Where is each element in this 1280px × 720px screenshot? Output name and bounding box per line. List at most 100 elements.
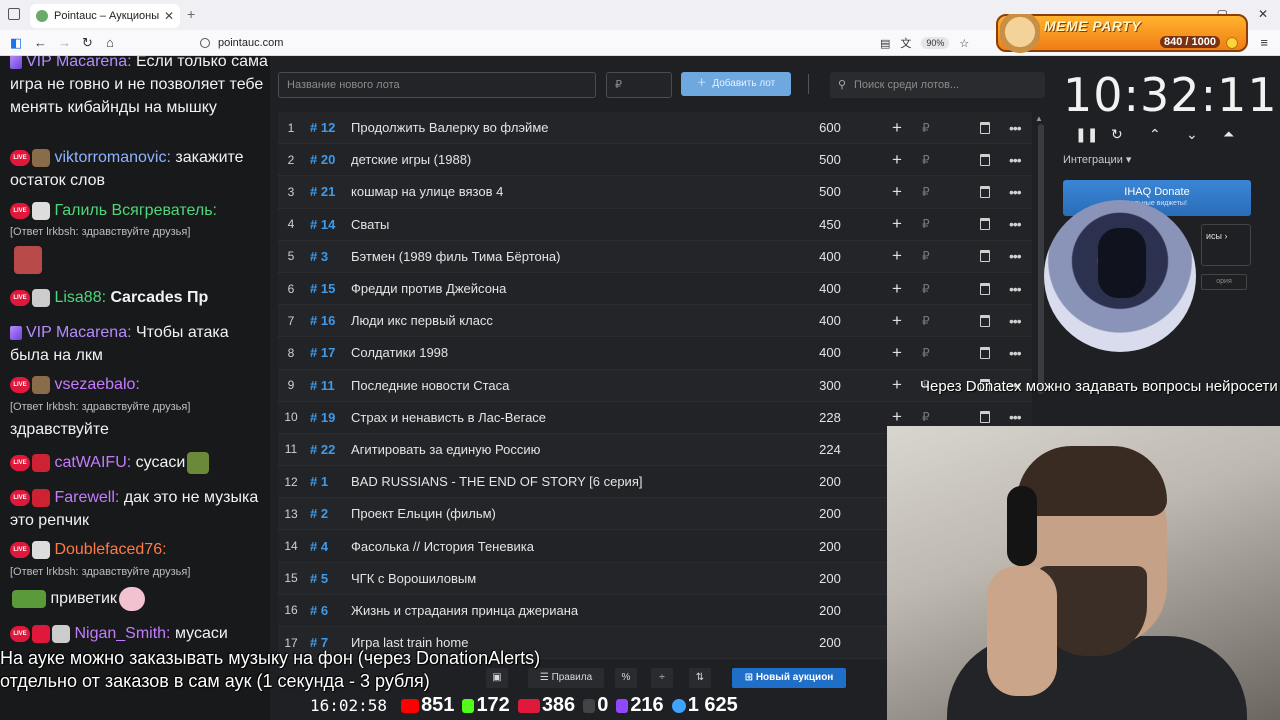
more-icon[interactable]: •••	[1009, 345, 1022, 361]
more-icon[interactable]: •••	[1009, 152, 1022, 168]
lot-name[interactable]: Люди икс первый класс	[351, 313, 493, 328]
lot-amount[interactable]: 200	[810, 635, 850, 650]
lot-row[interactable]: 7 # 16 Люди икс первый класс 400 + ₽ •••	[278, 305, 1032, 338]
lot-amount[interactable]: 200	[810, 603, 850, 618]
integration-card[interactable]: исы ›	[1201, 224, 1251, 266]
zoom-level[interactable]: 90%	[921, 37, 950, 49]
lot-name[interactable]: Бэтмен (1989 филь Тима Бёртона)	[351, 249, 560, 264]
lot-amount[interactable]: 228	[810, 410, 850, 425]
lot-row[interactable]: 9 # 11 Последние новости Стаса 300 + ₽ •••	[278, 369, 1032, 402]
double-up-icon[interactable]: ⏶	[1223, 126, 1234, 143]
sidebar-toggle-icon[interactable]	[8, 8, 20, 20]
lot-row[interactable]: 1 # 12 Продолжить Валерку во флэйме 600 + ₽ ••…	[278, 112, 1032, 145]
pause-icon[interactable]: ❚❚	[1075, 126, 1098, 143]
more-icon[interactable]: •••	[1009, 120, 1022, 136]
trash-icon[interactable]	[980, 250, 990, 263]
lot-name[interactable]: Сваты	[351, 217, 389, 232]
add-amount-icon[interactable]: +	[892, 375, 902, 395]
lot-amount[interactable]: 400	[810, 345, 850, 360]
lot-amount[interactable]: 200	[810, 506, 850, 521]
lot-amount[interactable]: 200	[810, 474, 850, 489]
add-lot-button[interactable]: ＋ Добавить лот	[681, 72, 791, 96]
menu-icon[interactable]: ≡	[1260, 35, 1268, 50]
lot-row[interactable]: 6 # 15 Фредди против Джейсона 400 + ₽ •••	[278, 272, 1032, 306]
lot-amount[interactable]: 500	[810, 152, 850, 167]
scrollbar[interactable]	[1038, 124, 1044, 394]
more-icon[interactable]: •••	[1009, 248, 1022, 264]
close-window-icon[interactable]: ✕	[1258, 7, 1268, 21]
scroll-up-icon[interactable]: ▲	[1035, 114, 1043, 123]
lot-amount[interactable]: 400	[810, 249, 850, 264]
lot-name[interactable]: Агитировать за единую Россию	[351, 442, 540, 457]
lot-name[interactable]: Последние новости Стаса	[351, 378, 509, 393]
more-icon[interactable]: •••	[1009, 184, 1022, 200]
trash-icon[interactable]	[980, 346, 990, 359]
add-amount-icon[interactable]: +	[892, 150, 902, 170]
lot-name[interactable]: Проект Ельцин (фильм)	[351, 506, 496, 521]
back-icon[interactable]: ←	[34, 35, 47, 50]
lot-search-input[interactable]: ⚲ Поиск среди лотов...	[830, 72, 1045, 98]
add-amount-icon[interactable]: +	[892, 118, 902, 138]
reset-icon[interactable]: ↻	[1111, 126, 1123, 143]
sidebar-icon[interactable]: ◧	[10, 35, 22, 51]
lot-name[interactable]: Фасолька // История Теневика	[351, 539, 534, 554]
split-icon[interactable]: ÷	[651, 668, 673, 688]
new-lot-input[interactable]: Название нового лота	[278, 72, 596, 98]
add-amount-icon[interactable]: +	[892, 182, 902, 202]
percent-button[interactable]: %	[615, 668, 637, 688]
reader-view-icon[interactable]: ▤	[880, 37, 890, 50]
translate-icon[interactable]: 文	[900, 35, 911, 51]
integrations-dropdown[interactable]: Интеграции ▾	[1063, 153, 1131, 166]
more-icon[interactable]: •••	[1009, 281, 1022, 297]
new-tab-button[interactable]: +	[187, 6, 195, 22]
lot-name[interactable]: Солдатики 1998	[351, 345, 448, 360]
lot-name[interactable]: Фредди против Джейсона	[351, 281, 506, 296]
reload-icon[interactable]: ↻	[82, 35, 93, 51]
lot-amount[interactable]: 224	[810, 442, 850, 457]
home-icon[interactable]: ⌂	[106, 35, 114, 50]
lot-row[interactable]: 4 # 14 Сваты 450 + ₽ •••	[278, 208, 1032, 241]
lot-row[interactable]: 2 # 20 детские игры (1988) 500 + ₽ •••	[278, 144, 1032, 177]
trash-icon[interactable]	[980, 411, 990, 424]
lot-row[interactable]: 5 # 3 Бэтмен (1989 филь Тима Бёртона) 400 + ₽…	[278, 240, 1032, 273]
trash-icon[interactable]	[980, 185, 990, 198]
trash-icon[interactable]	[980, 121, 990, 134]
add-amount-icon[interactable]: +	[892, 343, 902, 363]
lot-name[interactable]: BAD RUSSIANS - THE END OF STORY [6 серия…	[351, 474, 642, 489]
site-info-icon[interactable]	[200, 38, 210, 48]
tab-close-icon[interactable]: ✕	[164, 9, 174, 23]
add-amount-icon[interactable]: +	[892, 279, 902, 299]
add-amount-icon[interactable]: +	[892, 311, 902, 331]
lot-name[interactable]: детские игры (1988)	[351, 152, 471, 167]
price-input[interactable]: ₽	[606, 72, 672, 98]
lot-amount[interactable]: 500	[810, 184, 850, 199]
sort-icon[interactable]: ⇅	[689, 668, 711, 688]
lot-amount[interactable]: 450	[810, 217, 850, 232]
trash-icon[interactable]	[980, 153, 990, 166]
lot-amount[interactable]: 400	[810, 313, 850, 328]
add-amount-icon[interactable]: +	[892, 407, 902, 427]
trash-icon[interactable]	[980, 218, 990, 231]
chevron-up-icon[interactable]: ⌃	[1149, 126, 1161, 143]
chevron-down-icon[interactable]: ⌄	[1186, 126, 1198, 143]
lot-amount[interactable]: 400	[810, 281, 850, 296]
trash-icon[interactable]	[980, 314, 990, 327]
lot-row[interactable]: 8 # 17 Солдатики 1998 400 + ₽ •••	[278, 337, 1032, 370]
lot-name[interactable]: Продолжить Валерку во флэйме	[351, 120, 548, 135]
lot-amount[interactable]: 300	[810, 378, 850, 393]
lot-amount[interactable]: 200	[810, 571, 850, 586]
lot-name[interactable]: Жизнь и страдания принца джериана	[351, 603, 578, 618]
lot-amount[interactable]: 600	[810, 120, 850, 135]
lot-name[interactable]: Страх и ненависть в Лас-Вегасе	[351, 410, 546, 425]
lot-amount[interactable]: 200	[810, 539, 850, 554]
lot-row[interactable]: 3 # 21 кошмар на улице вязов 4 500 + ₽ •••	[278, 176, 1032, 209]
more-icon[interactable]: •••	[1009, 313, 1022, 329]
add-amount-icon[interactable]: +	[892, 214, 902, 234]
browser-tab-pointauc[interactable]: Pointauc – Аукционы, лотереи ✕	[30, 4, 180, 28]
lot-name[interactable]: кошмар на улице вязов 4	[351, 184, 503, 199]
lot-name[interactable]: ЧГК с Ворошиловым	[351, 571, 476, 586]
new-auction-button[interactable]: ⊞ Новый аукцион	[732, 668, 846, 688]
history-button[interactable]: ория	[1201, 274, 1247, 290]
trash-icon[interactable]	[980, 282, 990, 295]
more-icon[interactable]: •••	[1009, 216, 1022, 232]
